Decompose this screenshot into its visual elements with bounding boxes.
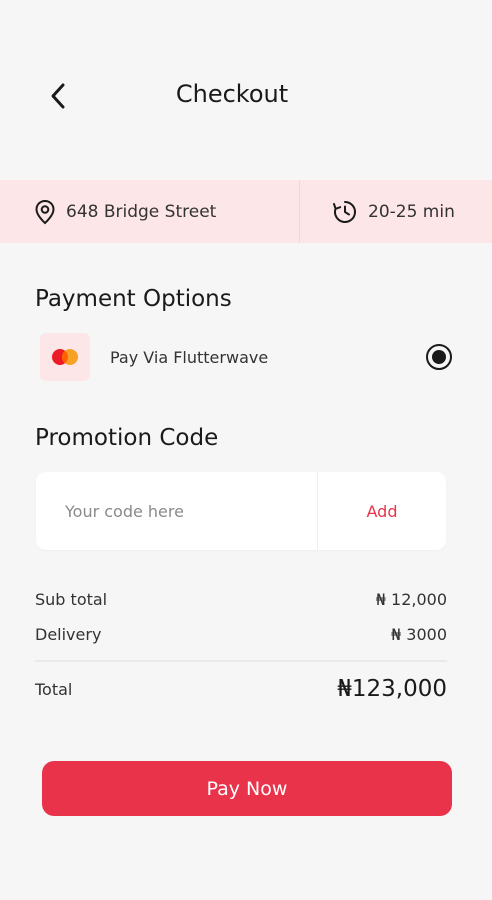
delivery-fee-label: Delivery: [35, 625, 102, 644]
app-header: Checkout: [0, 60, 492, 130]
eta-text: 20-25 min: [368, 201, 455, 222]
summary-divider: [35, 660, 447, 662]
subtotal-row: Sub total ₦ 12,000: [35, 590, 447, 609]
clock-history-icon: [333, 200, 356, 223]
payment-option-label: Pay Via Flutterwave: [110, 347, 269, 367]
page-title: Checkout: [175, 80, 289, 108]
delivery-fee-row: Delivery ₦ 3000: [35, 625, 447, 644]
mastercard-icon: [52, 349, 78, 365]
radio-selected-dot: [432, 350, 446, 364]
payment-option-flutterwave[interactable]: Pay Via Flutterwave: [40, 333, 452, 381]
total-label: Total: [35, 679, 73, 699]
address-text: 648 Bridge Street: [66, 201, 217, 222]
delivery-address[interactable]: 648 Bridge Street: [0, 180, 300, 243]
location-pin-icon: [35, 199, 55, 224]
promo-code-box: Add: [36, 472, 446, 550]
pay-now-button[interactable]: Pay Now: [42, 761, 452, 816]
delivery-info-strip: 648 Bridge Street 20-25 min: [0, 180, 492, 243]
subtotal-label: Sub total: [35, 590, 108, 609]
total-row: Total ₦123,000: [35, 676, 447, 702]
add-promo-button[interactable]: Add: [318, 472, 446, 550]
payment-options-title: Payment Options: [35, 286, 232, 312]
promo-code-input[interactable]: [36, 472, 318, 550]
card-logo-box: [40, 333, 90, 381]
subtotal-value: ₦ 12,000: [375, 590, 447, 609]
delivery-fee-value: ₦ 3000: [391, 625, 447, 644]
total-value: ₦123,000: [337, 676, 447, 702]
promotion-code-title: Promotion Code: [35, 425, 219, 451]
payment-radio-button[interactable]: [426, 344, 452, 370]
delivery-eta: 20-25 min: [300, 180, 492, 243]
